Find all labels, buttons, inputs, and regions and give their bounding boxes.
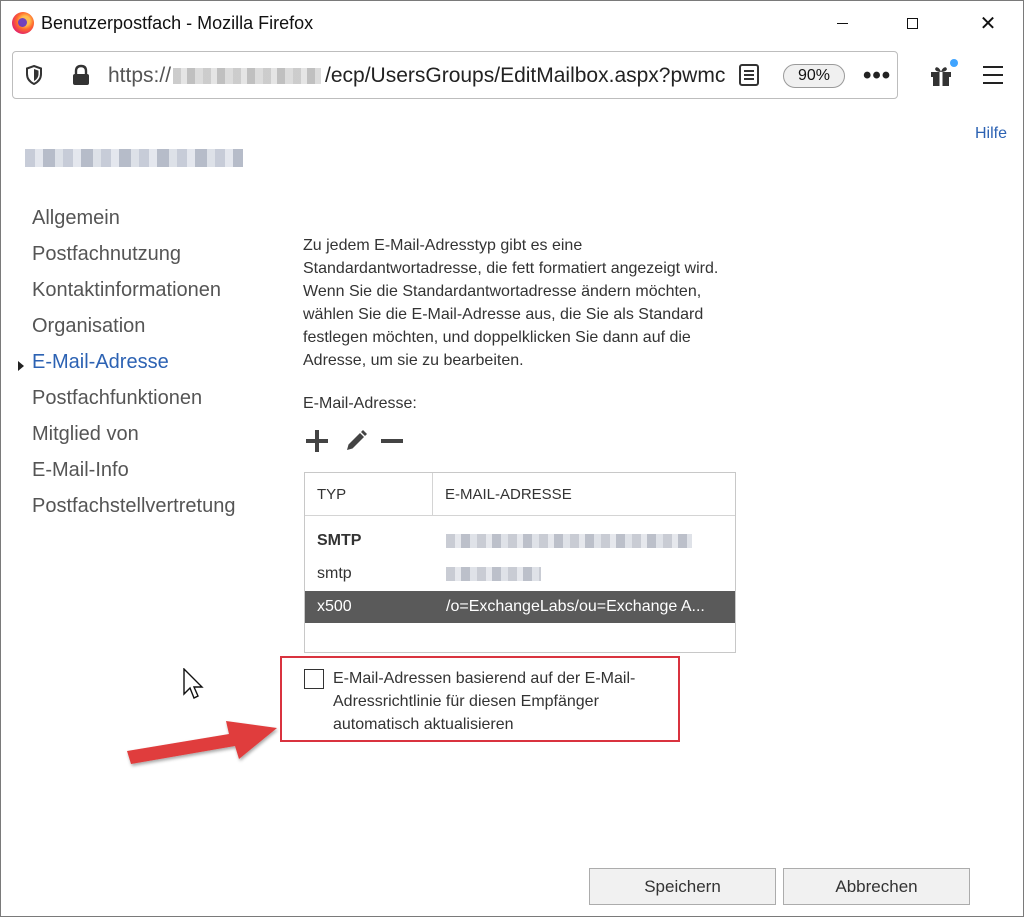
gift-icon[interactable] <box>929 63 953 87</box>
sidebar-item-postfachnutzung[interactable]: Postfachnutzung <box>32 243 181 266</box>
sidebar-item-organisation[interactable]: Organisation <box>32 315 145 338</box>
firefox-logo-icon <box>12 12 34 34</box>
address-bar[interactable]: https:// /ecp/UsersGroups/EditMailbox.as… <box>12 51 898 99</box>
sidebar-item-kontaktinformationen[interactable]: Kontaktinformationen <box>32 279 221 302</box>
address-type: SMTP <box>317 532 362 549</box>
add-address-icon[interactable] <box>306 429 330 453</box>
mailbox-name-redacted <box>25 149 243 167</box>
sidebar-item-postfachfunktionen[interactable]: Postfachfunktionen <box>32 387 202 410</box>
title-bar: Benutzerpostfach - Mozilla Firefox ✕ <box>1 1 1023 47</box>
reader-view-icon[interactable] <box>739 64 759 86</box>
email-address-table: TYP E-MAIL-ADRESSE SMTP smtp x500 /o=Exc… <box>304 472 736 653</box>
cancel-button[interactable]: Abbrechen <box>783 868 970 905</box>
window-title: Benutzerpostfach - Mozilla Firefox <box>41 13 314 33</box>
edit-pencil-icon[interactable] <box>344 429 368 453</box>
sidebar-item-allgemein[interactable]: Allgemein <box>32 207 120 230</box>
hamburger-menu-icon[interactable] <box>983 66 1003 90</box>
auto-update-checkbox-label[interactable]: E-Mail-Adressen basierend auf der E-Mail… <box>333 667 678 736</box>
mouse-cursor-icon <box>183 668 204 699</box>
maximize-button[interactable] <box>889 5 935 41</box>
address-type: x500 <box>317 598 352 615</box>
help-link[interactable]: Hilfe <box>975 125 1007 143</box>
active-item-arrow-icon <box>18 361 24 371</box>
tracking-shield-icon[interactable] <box>25 65 43 85</box>
close-button[interactable]: ✕ <box>965 5 1011 41</box>
url-path[interactable]: /ecp/UsersGroups/EditMailbox.aspx?pwmc <box>325 64 725 88</box>
notification-dot <box>950 59 958 67</box>
page-actions-icon[interactable]: ••• <box>863 62 891 90</box>
lock-icon[interactable] <box>71 64 91 86</box>
save-button[interactable]: Speichern <box>589 868 776 905</box>
address-type: smtp <box>317 565 352 582</box>
remove-address-icon[interactable] <box>381 429 405 453</box>
url-host-redacted <box>173 68 321 84</box>
close-icon: ✕ <box>979 12 997 35</box>
maximize-icon <box>906 17 918 29</box>
url-scheme[interactable]: https:// <box>108 64 171 88</box>
column-header-type[interactable]: TYP <box>305 473 433 516</box>
auto-update-highlight-box: E-Mail-Adressen basierend auf der E-Mail… <box>280 656 680 742</box>
minimize-button[interactable] <box>819 5 865 41</box>
red-arrow-icon <box>127 721 277 764</box>
email-list-label: E-Mail-Adresse: <box>303 395 417 412</box>
auto-update-checkbox[interactable] <box>304 669 324 689</box>
address-redacted <box>446 567 541 581</box>
address-value: /o=ExchangeLabs/ou=Exchange A... <box>446 598 705 615</box>
sidebar-item-email-adresse[interactable]: E-Mail-Adresse <box>32 351 169 374</box>
sidebar-item-postfachstellvertretung[interactable]: Postfachstellvertretung <box>32 495 235 518</box>
zoom-level-badge[interactable]: 90% <box>783 64 845 88</box>
address-redacted <box>446 534 692 548</box>
sidebar-item-mitglied-von[interactable]: Mitglied von <box>32 423 139 446</box>
table-row[interactable]: smtp <box>305 558 735 590</box>
sidebar-item-email-info[interactable]: E-Mail-Info <box>32 459 129 482</box>
table-row-selected[interactable]: x500 /o=ExchangeLabs/ou=Exchange A... <box>305 591 735 623</box>
browser-window: Benutzerpostfach - Mozilla Firefox ✕ htt… <box>0 0 1024 917</box>
email-address-description: Zu jedem E-Mail-Adresstyp gibt es eine S… <box>303 237 719 369</box>
table-row[interactable]: SMTP <box>305 525 735 557</box>
column-header-address[interactable]: E-MAIL-ADRESSE <box>433 473 735 516</box>
minimize-icon <box>836 22 848 24</box>
